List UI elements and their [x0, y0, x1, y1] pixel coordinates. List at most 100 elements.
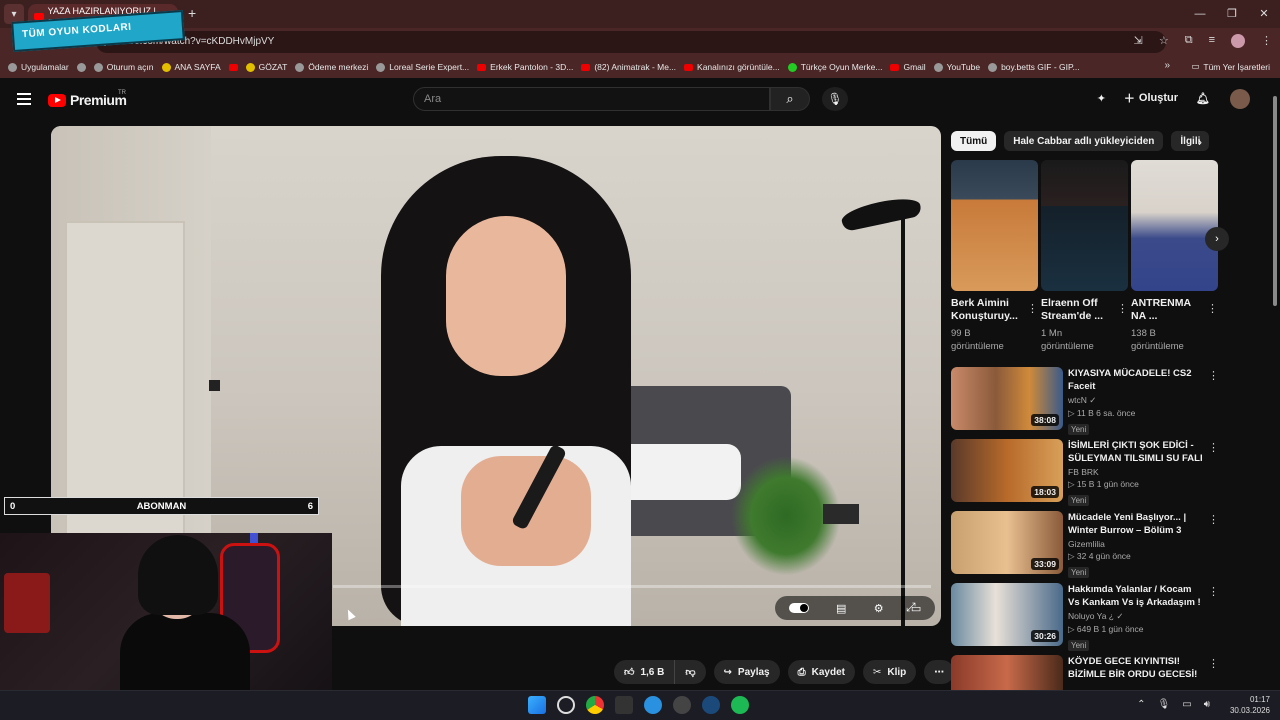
- short-menu-icon[interactable]: ⋮: [1207, 302, 1218, 315]
- bookmark-item[interactable]: ANA SAYFA: [161, 62, 221, 72]
- linkedin-icon: [477, 63, 487, 71]
- bookmark-item[interactable]: Türkçe Oyun Merke...: [787, 62, 882, 72]
- bookmark-item[interactable]: Erkek Pantolon - 3D...: [477, 62, 573, 72]
- fullscreen-icon[interactable]: ⤢: [906, 600, 916, 615]
- youtube-premium-logo[interactable]: Premium TR: [48, 90, 127, 108]
- shorts-next-chevron-icon[interactable]: ›: [1205, 227, 1229, 251]
- minimize-button[interactable]: —: [1184, 0, 1216, 28]
- video-thumbnail[interactable]: 33:09: [951, 511, 1063, 574]
- browser-menu-icon[interactable]: ⋮: [1261, 34, 1272, 48]
- chips-next-chevron-icon[interactable]: ›: [1198, 135, 1202, 149]
- list-item[interactable]: 18:03 İSİMLERİ ÇIKTI ŞOK EDİCİ - SÜLEYMA…: [951, 439, 1221, 511]
- bookmark-item[interactable]: Loreal Serie Expert...: [376, 62, 469, 72]
- subtitles-icon[interactable]: ▤: [836, 602, 846, 615]
- video-thumbnail[interactable]: 30:26: [951, 583, 1063, 646]
- start-windows-icon[interactable]: [528, 696, 546, 714]
- save-button[interactable]: ⎙ Kaydet: [787, 660, 855, 684]
- steam-icon[interactable]: [702, 696, 720, 714]
- autoplay-toggle[interactable]: [788, 603, 809, 613]
- clip-button[interactable]: ✂ Klip: [862, 660, 917, 684]
- google-icon: [93, 62, 103, 72]
- account-avatar[interactable]: [1230, 89, 1250, 109]
- page-scrollbar[interactable]: [1272, 80, 1278, 690]
- short-card[interactable]: Berk Aimini Konuşturuy... 99 Bgörüntüleme…: [951, 160, 1038, 353]
- list-item[interactable]: 30:26 Hakkımda Yalanlar / Kocam Vs Kanka…: [951, 583, 1221, 655]
- video-menu-icon[interactable]: ⋮: [1208, 657, 1219, 670]
- spotify-icon[interactable]: [731, 696, 749, 714]
- chip-all[interactable]: Tümü: [951, 131, 997, 151]
- cast-icon[interactable]: ✦: [1097, 92, 1106, 105]
- bookmark-item[interactable]: [228, 63, 238, 71]
- bookmark-item[interactable]: GÖZAT: [245, 62, 287, 72]
- game-icon: [787, 62, 797, 72]
- shorts-shelf: Berk Aimini Konuşturuy... 99 Bgörüntüleme…: [951, 160, 1221, 360]
- youtube-icon: [228, 63, 238, 71]
- short-card[interactable]: ANTRENMA NA ... 138 Bgörüntüleme ⋮: [1131, 160, 1218, 353]
- install-app-icon[interactable]: ⇲: [1134, 34, 1143, 48]
- close-window-button[interactable]: ✕: [1248, 0, 1280, 28]
- bookmark-star-icon[interactable]: ☆: [1159, 34, 1169, 48]
- hamburger-menu-icon[interactable]: [17, 93, 31, 105]
- tray-chevron-icon[interactable]: ⌃: [1137, 699, 1145, 710]
- folder-icon: ▭: [1191, 61, 1200, 71]
- microphone-icon[interactable]: 🎙: [1158, 699, 1171, 710]
- short-card[interactable]: Elraenn Off Stream'de ... 1 Mn görüntüleme…: [1041, 160, 1128, 353]
- settings-gear-icon[interactable]: ⚙: [874, 602, 884, 615]
- url-field[interactable]: youtube.com/watch?v=cKDDHvMjpVY: [96, 31, 1166, 53]
- profile-avatar[interactable]: [1231, 34, 1245, 48]
- page-icon: [988, 62, 998, 72]
- video-menu-icon[interactable]: ⋮: [1208, 585, 1219, 598]
- video-menu-icon[interactable]: ⋮: [1208, 441, 1219, 454]
- share-button[interactable]: ↪ Paylaş: [713, 660, 780, 684]
- bookmark-item[interactable]: boy.betts GIF - GIP...: [988, 62, 1080, 72]
- like-button[interactable]: 👍︎ 1,6 B: [614, 660, 676, 684]
- bookmark-item[interactable]: YouTube: [933, 62, 980, 72]
- search-button[interactable]: ⌕: [770, 87, 810, 111]
- video-thumbnail[interactable]: 18:03: [951, 439, 1063, 502]
- list-item[interactable]: 38:08 KIYASIYA MÜCADELE! CS2 Faceit wtcN…: [951, 367, 1221, 439]
- taskbar-clock[interactable]: 01:17 30.03.2026: [1230, 694, 1270, 716]
- search-icon[interactable]: [557, 696, 575, 714]
- apps-grid-icon: [8, 62, 17, 72]
- list-item[interactable]: 33:09 Mücadele Yeni Başlıyor... | Winter…: [951, 511, 1221, 583]
- chip-related[interactable]: İlgili: [1171, 131, 1210, 151]
- new-tab-button[interactable]: +: [188, 5, 196, 21]
- bookmark-item[interactable]: (82) Animatrak - Me...: [581, 62, 676, 72]
- chip-from-uploader[interactable]: Hale Cabbar adlı yükleyiciden: [1004, 131, 1164, 151]
- create-button[interactable]: ＋ Oluştur: [1124, 90, 1178, 106]
- dislike-button[interactable]: 👎︎: [675, 666, 705, 678]
- recommendation-chips: Tümü Hale Cabbar adlı yükleyiciden İlgil…: [951, 131, 1210, 151]
- all-bookmarks[interactable]: ▭ Tüm Yer İşaretleri: [1191, 61, 1270, 72]
- bookmark-item[interactable]: Gmail: [890, 62, 926, 72]
- short-thumbnail[interactable]: [1041, 160, 1128, 291]
- bookmark-item[interactable]: Oturum açın: [93, 62, 154, 72]
- short-menu-icon[interactable]: ⋮: [1027, 302, 1038, 315]
- video-thumbnail[interactable]: 38:08: [951, 367, 1063, 430]
- short-thumbnail[interactable]: [1131, 160, 1218, 291]
- short-menu-icon[interactable]: ⋮: [1117, 302, 1128, 315]
- bookmark-item[interactable]: Ödeme merkezi: [295, 62, 368, 72]
- search-input[interactable]: Ara: [413, 87, 770, 111]
- more-actions-button[interactable]: ⋯: [924, 660, 955, 684]
- bookmark-grid[interactable]: [76, 62, 86, 72]
- logitech-icon[interactable]: [644, 696, 662, 714]
- video-subject: [341, 156, 671, 626]
- volume-icon[interactable]: 🔊︎: [1204, 699, 1210, 710]
- video-progress-bar[interactable]: [333, 585, 931, 588]
- window-controls: — ❐ ✕: [1184, 0, 1280, 28]
- restore-button[interactable]: ❐: [1216, 0, 1248, 28]
- short-thumbnail[interactable]: [951, 160, 1038, 291]
- obs-icon[interactable]: [673, 696, 691, 714]
- voice-search-mic-icon[interactable]: 🎙: [822, 87, 848, 111]
- bookmark-item[interactable]: Kanalınızı görüntüle...: [684, 62, 780, 72]
- network-icon[interactable]: ▭: [1182, 699, 1191, 710]
- bookmarks-overflow-icon[interactable]: »: [1164, 60, 1170, 71]
- epic-games-icon[interactable]: [615, 696, 633, 714]
- reading-list-icon[interactable]: ≡: [1209, 34, 1215, 48]
- video-menu-icon[interactable]: ⋮: [1208, 513, 1219, 526]
- chrome-icon[interactable]: [586, 696, 604, 714]
- extensions-icon[interactable]: ⧉: [1185, 34, 1193, 48]
- bookmark-apps[interactable]: Uygulamalar: [8, 62, 69, 72]
- notifications-bell-icon[interactable]: 🔔︎: [1196, 92, 1210, 105]
- video-menu-icon[interactable]: ⋮: [1208, 369, 1219, 382]
